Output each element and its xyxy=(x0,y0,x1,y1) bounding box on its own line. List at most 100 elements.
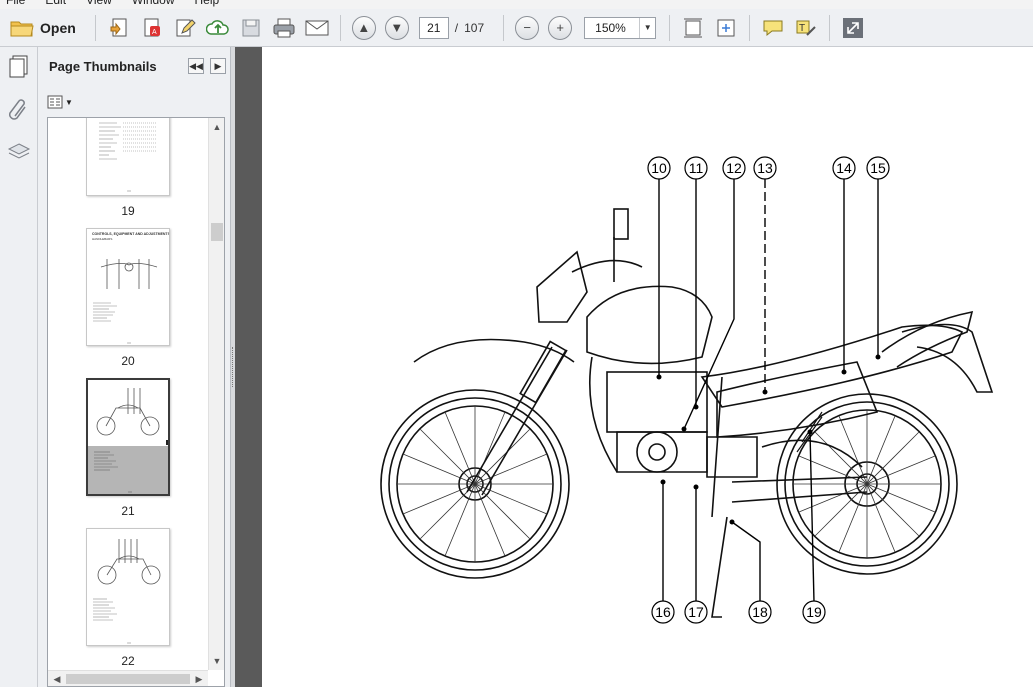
edit-pdf-button[interactable] xyxy=(170,13,200,43)
thumbnail-list: 19 CONTROLS, EQUIPMENT AND ADJUSTMENTS H… xyxy=(47,117,225,687)
thumbnails-panel: Page Thumbnails ◀◀ ▶ ▼ 19 CONTROLS, EQUI… xyxy=(38,47,231,687)
highlight-button[interactable]: T xyxy=(791,13,821,43)
scroll-down-icon[interactable]: ▼ xyxy=(209,654,224,668)
layers-icon xyxy=(7,143,31,159)
thumbnail-vertical-scrollbar[interactable]: ▲ ▼ xyxy=(208,118,224,670)
thumbnail-page-21[interactable] xyxy=(86,378,170,496)
page-20-preview xyxy=(93,259,158,344)
zoom-value: 150% xyxy=(595,20,626,35)
page-number-input[interactable]: 21 xyxy=(418,16,449,39)
thumbnail-subheading: HANDLEBARS xyxy=(92,237,113,241)
comment-button[interactable] xyxy=(758,13,788,43)
paperclip-icon xyxy=(9,99,26,120)
minus-icon: − xyxy=(515,15,540,40)
panel-forward-button[interactable]: ▶ xyxy=(210,58,226,74)
thumbnail-horizontal-scrollbar[interactable]: ◀ ▶ xyxy=(48,670,208,686)
collapse-panel-button[interactable]: ◀◀ xyxy=(188,58,204,74)
motorcycle-diagram: 10 11 12 13 14 15 16 17 18 19 xyxy=(380,156,994,624)
pages-icon xyxy=(9,55,28,78)
toolbar-separator xyxy=(829,14,831,41)
menu-file[interactable]: File xyxy=(6,0,25,9)
callout-11: 11 xyxy=(689,160,704,176)
thumbnail-page-number: 19 xyxy=(121,204,135,218)
page-thumbnails-rail-button[interactable] xyxy=(6,53,32,79)
fit-window-button[interactable] xyxy=(711,13,741,43)
thumbnail-options-button[interactable]: ▼ xyxy=(47,94,73,110)
expand-icon xyxy=(843,17,864,38)
layers-rail-button[interactable] xyxy=(6,139,32,165)
menu-view[interactable]: View xyxy=(86,0,112,9)
print-button[interactable] xyxy=(269,13,299,43)
document-page: 10 11 12 13 14 15 16 17 18 19 xyxy=(262,47,1033,687)
pdf-document-icon: A xyxy=(144,18,160,36)
arrow-up-icon: ▲ xyxy=(351,15,376,40)
callout-14: 14 xyxy=(836,160,852,176)
scrollbar-thumb[interactable] xyxy=(211,223,223,241)
fit-page-icon xyxy=(717,19,735,36)
create-pdf-icon xyxy=(110,18,127,36)
fit-width-icon xyxy=(684,18,703,37)
callout-13: 13 xyxy=(757,160,773,176)
page-separator: / xyxy=(454,20,459,35)
toolbar-separator xyxy=(94,14,96,41)
page-21-preview xyxy=(88,388,168,494)
chevron-right-icon: ▶ xyxy=(214,60,222,71)
scroll-up-icon[interactable]: ▲ xyxy=(209,120,224,134)
menu-help[interactable]: Help xyxy=(195,0,220,9)
toolbar: Open A ▲ ▼ 21 / 107 − + 150% ▼ T xyxy=(0,9,1033,47)
attachments-rail-button[interactable] xyxy=(6,95,32,121)
next-page-button[interactable]: ▼ xyxy=(382,13,412,43)
sticky-note-icon xyxy=(763,20,783,36)
scroll-right-icon[interactable]: ▶ xyxy=(192,671,206,686)
svg-text:A: A xyxy=(152,29,157,36)
menu-edit[interactable]: Edit xyxy=(45,0,66,9)
page-total: 107 xyxy=(464,20,485,35)
chevron-down-icon[interactable]: ▼ xyxy=(639,17,655,38)
double-chevron-left-icon: ◀◀ xyxy=(189,60,203,71)
save-icon xyxy=(242,19,260,36)
edit-pencil-icon xyxy=(176,18,196,36)
fit-page-button[interactable] xyxy=(678,13,708,43)
create-pdf-button[interactable] xyxy=(104,13,134,43)
thumbnail-heading: CONTROLS, EQUIPMENT AND ADJUSTMENTS xyxy=(92,232,170,236)
callout-16: 16 xyxy=(655,604,671,620)
printer-icon xyxy=(273,18,295,37)
email-button[interactable] xyxy=(302,13,332,43)
zoom-out-button[interactable]: − xyxy=(512,13,542,43)
zoom-select[interactable]: 150% ▼ xyxy=(584,16,657,39)
page-19-preview xyxy=(99,122,157,192)
callout-12: 12 xyxy=(726,160,742,176)
page-22-preview xyxy=(93,539,161,644)
thumbnail-page-20[interactable]: CONTROLS, EQUIPMENT AND ADJUSTMENTS HAND… xyxy=(86,228,170,346)
menu-window[interactable]: Window xyxy=(132,0,175,9)
toolbar-separator xyxy=(339,14,341,41)
open-button[interactable]: Open xyxy=(6,13,80,43)
envelope-icon xyxy=(305,20,329,35)
options-list-icon xyxy=(47,95,63,109)
zoom-in-button[interactable]: + xyxy=(545,13,575,43)
cloud-upload-icon xyxy=(205,19,229,35)
menu-bar: File Edit View Window Help xyxy=(0,0,1033,9)
scrollbar-thumb[interactable] xyxy=(66,674,190,684)
thumbnail-page-22[interactable] xyxy=(86,528,170,646)
toolbar-separator xyxy=(749,14,751,41)
chevron-down-icon: ▼ xyxy=(65,97,73,107)
panel-header: Page Thumbnails ◀◀ ▶ xyxy=(38,47,231,87)
arrow-down-icon: ▼ xyxy=(384,15,409,40)
panel-title: Page Thumbnails xyxy=(49,59,157,74)
scroll-left-icon[interactable]: ◀ xyxy=(50,671,64,686)
document-background xyxy=(231,47,262,687)
expand-button[interactable] xyxy=(838,13,868,43)
callout-18: 18 xyxy=(752,604,768,620)
thumbnail-page-19[interactable] xyxy=(86,118,170,196)
panel-splitter[interactable] xyxy=(231,47,235,687)
navigation-rail xyxy=(0,47,38,687)
combine-button[interactable]: A xyxy=(137,13,167,43)
callout-19: 19 xyxy=(806,604,822,620)
save-button[interactable] xyxy=(236,13,266,43)
upload-button[interactable] xyxy=(203,13,233,43)
callout-15: 15 xyxy=(870,160,886,176)
plus-icon: + xyxy=(548,15,573,40)
previous-page-button[interactable]: ▲ xyxy=(349,13,379,43)
open-label: Open xyxy=(40,19,76,36)
